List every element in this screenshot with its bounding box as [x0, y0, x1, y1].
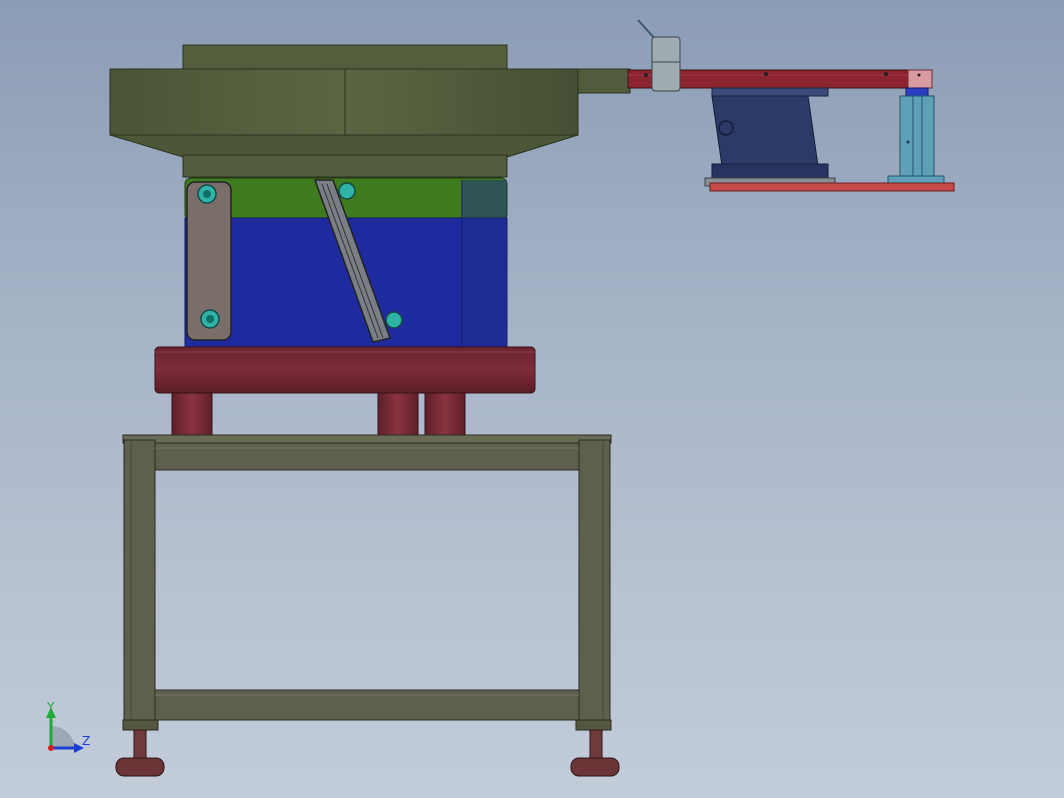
- outlet-chute[interactable]: [577, 68, 631, 94]
- support-legs[interactable]: [171, 392, 466, 436]
- bolt-icon: [338, 182, 356, 200]
- triad-plane-icon: [51, 725, 75, 748]
- z-axis-label: Z: [82, 734, 91, 748]
- linear-feeder-base[interactable]: [704, 87, 836, 187]
- spring-bracket-left[interactable]: [186, 181, 232, 341]
- x-axis-origin-icon: [48, 745, 54, 751]
- stand-frame[interactable]: [122, 434, 612, 731]
- leveling-feet[interactable]: [115, 729, 620, 777]
- cad-viewport[interactable]: Y Z: [0, 0, 1064, 798]
- sensor-stand[interactable]: [887, 87, 945, 185]
- base-plate[interactable]: [709, 182, 955, 192]
- base-ring[interactable]: [154, 346, 536, 394]
- bolt-head-icon: [203, 190, 211, 198]
- vibratory-bowl[interactable]: [109, 44, 579, 178]
- bolt-icon: [385, 311, 403, 329]
- bolt-head-icon: [206, 315, 214, 323]
- model-drawing[interactable]: [0, 0, 1064, 798]
- y-axis-label: Y: [47, 700, 55, 714]
